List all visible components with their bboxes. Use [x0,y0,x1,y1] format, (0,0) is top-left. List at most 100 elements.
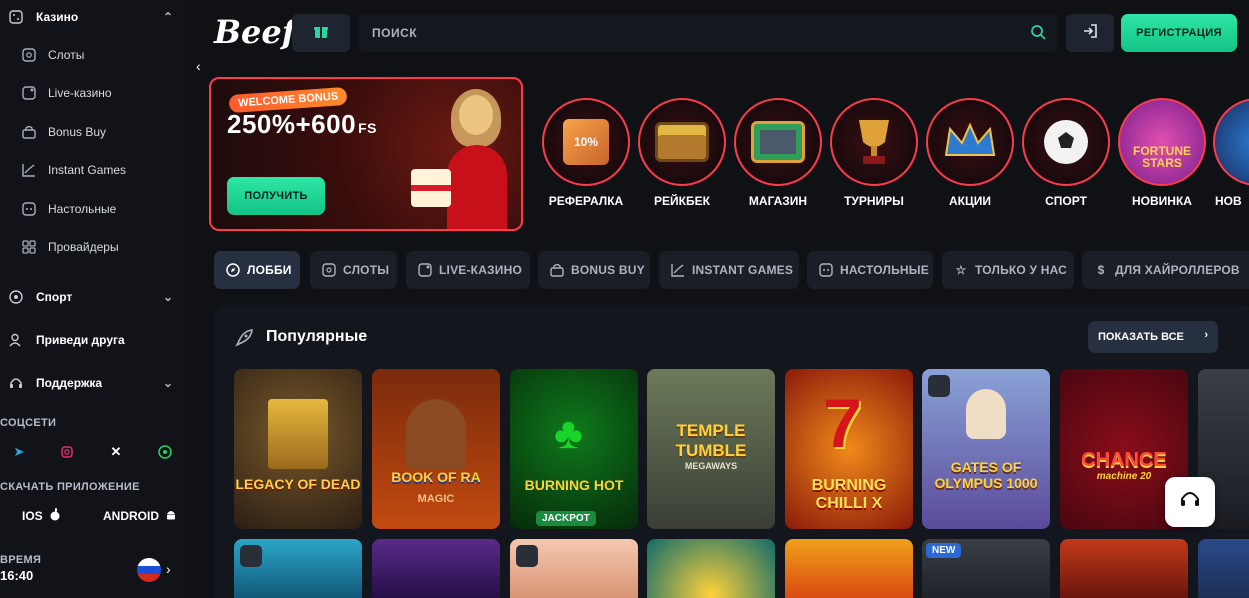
promo-promotions[interactable]: АКЦИИ [925,98,1015,218]
bonus-amount: 250%+600 FS [227,109,377,140]
sidebar-item-bonus-buy[interactable]: Bonus Buy [0,116,185,148]
sidebar-item-label: Live-казино [48,86,112,100]
game-card[interactable] [1198,539,1249,598]
tab-instant-games[interactable]: INSTANT GAMES [659,251,799,289]
slots-icon [21,47,37,63]
search-input[interactable]: ПОИСК [358,14,1058,52]
promo-new[interactable]: FORTUNE STARS НОВИНКА [1117,98,1207,218]
login-icon [1082,23,1098,44]
sidebar-section-refer[interactable]: Приведи друга [0,323,185,357]
socials-label: СОЦСЕТИ [0,417,57,429]
table-games-icon [819,263,833,277]
game-title: GATES OF OLYMPUS 1000 [934,459,1038,491]
gift-button[interactable] [292,14,350,52]
instagram-icon[interactable] [56,443,78,461]
promo-tournaments[interactable]: ТУРНИРЫ [829,98,919,218]
telegram-icon[interactable]: ➤ [8,443,30,461]
collapse-sidebar-icon[interactable]: ‹ [196,58,210,74]
ios-app-button[interactable]: IOS [22,505,61,527]
ios-label: IOS [22,509,43,523]
chevron-down-icon: ⌄ [162,376,173,390]
show-all-label: ПОКАЗАТЬ ВСЕ [1098,331,1184,343]
percent-box-label: 10% [563,119,609,165]
android-label: ANDROID [103,509,159,523]
game-title: CHANCE [1081,449,1167,471]
promo-referral[interactable]: 10% РЕФЕРАЛКА [541,98,631,218]
game-card[interactable] [1060,539,1188,598]
table-games-icon [21,201,37,217]
sidebar-support-label: Поддержка [36,376,103,390]
live-icon [418,263,432,277]
crown-icon [926,98,1014,186]
game-card[interactable]: LEGACY OF DEAD [234,369,362,529]
tab-slots[interactable]: СЛОТЫ [310,251,397,289]
tab-table-games[interactable]: НАСТОЛЬНЫЕ [807,251,933,289]
game-title: BOOK OF RA [391,469,481,485]
treasure-chest-icon [638,98,726,186]
sidebar-section-casino[interactable]: Казино ⌃ [0,0,185,34]
sidebar-section-sport[interactable]: Спорт ⌄ [0,280,185,314]
game-card[interactable]: BOOK OF RA MAGIC [372,369,500,529]
promo-shop[interactable]: МАГАЗИН [733,98,823,218]
rocket-icon [234,328,254,348]
slots-icon [322,263,336,277]
tab-bonus-buy[interactable]: BONUS BUY [538,251,650,289]
sidebar-item-live-casino[interactable]: Live-казино [0,77,185,109]
tab-label: LIVE-КАЗИНО [439,263,523,277]
grid-icon [21,239,37,255]
game-card[interactable]: TEMPLE TUMBLE MEGAWAYS [647,369,775,529]
game-card[interactable]: GATES OF OLYMPUS 1000 [922,369,1050,529]
sidebar-sport-label: Спорт [36,290,73,304]
jackpot-badge: JACKPOT [536,511,596,526]
game-card[interactable]: 7 BURNING CHILLI X [785,369,913,529]
promo-sport[interactable]: СПОРТ [1021,98,1111,218]
support-chat-button[interactable] [1165,477,1215,527]
popular-title: Популярные [266,328,368,345]
fortune-stars-icon: FORTUNE STARS [1118,98,1206,186]
register-button[interactable]: РЕГИСТРАЦИЯ [1121,14,1237,52]
tab-high-rollers[interactable]: $ ДЛЯ ХАЙРОЛЛЕРОВ [1082,251,1249,289]
sidebar: Казино ⌃ Слоты Live-казино Bonus Buy Ins… [0,0,185,598]
welcome-bonus-banner[interactable]: WELCOME BONUS 250%+600 FS ПОЛУЧИТЬ [209,77,523,231]
headset-icon [1179,489,1201,516]
sidebar-section-support[interactable]: Поддержка ⌄ [0,366,185,400]
promo-new-cut[interactable]: НОВ [1213,98,1249,218]
sidebar-item-instant-games[interactable]: Instant Games [0,154,185,186]
game-card[interactable]: ♣ BURNING HOT JACKPOT [510,369,638,529]
brand-logo[interactable]: Beef [214,13,296,51]
time-label: ВРЕМЯ [0,554,42,566]
apple-icon [49,508,61,524]
game-card[interactable] [647,539,775,598]
android-app-button[interactable]: ANDROID [103,505,177,527]
trophy-icon [830,98,918,186]
promo-label: СПОРТ [1045,194,1087,208]
get-bonus-button[interactable]: ПОЛУЧИТЬ [227,177,325,215]
sidebar-item-providers[interactable]: Провайдеры [0,231,185,263]
tab-label: ЛОББИ [247,263,292,277]
game-card[interactable]: NEW [922,539,1050,598]
tab-label: ТОЛЬКО У НАС [975,263,1068,277]
sidebar-item-slots[interactable]: Слоты [0,39,185,71]
banner-illustration [411,89,517,229]
russia-flag-icon[interactable] [137,558,161,582]
login-button[interactable] [1066,14,1114,52]
show-all-button[interactable]: ПОКАЗАТЬ ВСЕ › [1088,321,1218,353]
tab-lobby[interactable]: ЛОББИ [214,251,300,289]
sidebar-item-label: Настольные [48,202,117,216]
sidebar-item-table-games[interactable]: Настольные [0,193,185,225]
chevron-right-icon[interactable]: › [166,561,171,577]
promo-rakeback[interactable]: РЕЙКБЕК [637,98,727,218]
bonus-fs: FS [358,120,377,136]
game-card[interactable] [785,539,913,598]
game-title: TEMPLE TUMBLE [675,421,747,460]
game-card[interactable] [234,539,362,598]
x-icon[interactable]: ✕ [105,443,127,461]
tab-exclusive[interactable]: ☆ ТОЛЬКО У НАС [942,251,1074,289]
tab-live-casino[interactable]: LIVE-КАЗИНО [406,251,530,289]
tab-label: СЛОТЫ [343,263,390,277]
game-card[interactable] [510,539,638,598]
search-icon[interactable] [1030,24,1046,40]
game-card[interactable] [372,539,500,598]
game-subtitle: MAGIC [417,493,455,505]
whatsapp-icon[interactable] [154,443,176,461]
